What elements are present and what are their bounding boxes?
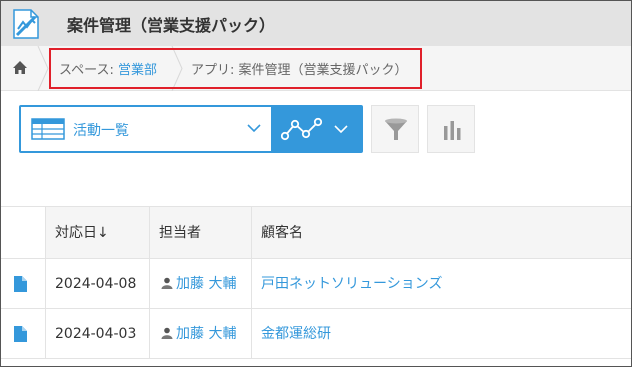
app-header: 案件管理（営業支援パック）	[1, 1, 631, 46]
chevron-down-icon	[247, 124, 261, 133]
chevron-down-icon[interactable]	[334, 124, 348, 134]
table-header-blank	[1, 207, 46, 259]
table-row: 2024-04-03 加藤 大輔 金都運総研	[1, 308, 631, 359]
table-row: 2024-04-08 加藤 大輔 戸田ネットソリューションズ	[1, 258, 631, 309]
bar-chart-icon	[444, 121, 461, 140]
cell-owner[interactable]: 加藤 大輔	[161, 309, 236, 359]
cell-customer[interactable]: 戸田ネットソリューションズ	[261, 259, 442, 309]
document-icon	[14, 326, 27, 342]
breadcrumb-separator	[37, 46, 49, 91]
breadcrumb-space-link[interactable]: 営業部	[118, 63, 157, 78]
breadcrumb-space-prefix: スペース:	[59, 63, 118, 78]
table-row	[1, 358, 631, 366]
filter-icon	[385, 118, 407, 140]
breadcrumb-app: アプリ: 案件管理（営業支援パック）	[191, 63, 408, 78]
filter-button[interactable]	[371, 105, 419, 153]
cell-date: 2024-04-08	[55, 276, 137, 292]
column-divider	[45, 309, 46, 359]
document-icon	[14, 276, 27, 292]
home-icon[interactable]	[12, 60, 28, 75]
chart-button[interactable]	[427, 105, 475, 153]
column-divider	[251, 309, 252, 359]
app-title: 案件管理（営業支援パック）	[67, 16, 276, 35]
column-divider	[149, 309, 150, 359]
cell-owner-name: 加藤 大輔	[176, 276, 237, 292]
column-header-date[interactable]: 対応日↓	[46, 207, 150, 259]
cell-owner-name: 加藤 大輔	[176, 326, 237, 342]
column-divider	[45, 259, 46, 309]
app-window: 案件管理（営業支援パック） スペース: 営業部 アプリ: 案件管理（営業支援パッ…	[0, 0, 632, 367]
table-header: 対応日↓ 担当者 顧客名	[1, 206, 631, 259]
column-header-owner[interactable]: 担当者	[150, 207, 252, 259]
column-divider	[149, 259, 150, 309]
record-detail-link[interactable]	[14, 259, 32, 309]
graph-icon[interactable]	[281, 117, 323, 141]
view-select-label: 活動一覧	[73, 123, 129, 139]
column-header-customer[interactable]: 顧客名	[252, 207, 631, 259]
cell-customer[interactable]: 金都運総研	[261, 309, 331, 359]
breadcrumb-separator	[171, 46, 183, 91]
cell-owner[interactable]: 加藤 大輔	[161, 259, 236, 309]
breadcrumb-space: スペース: 営業部	[59, 59, 157, 78]
person-icon	[161, 277, 173, 289]
column-divider	[251, 259, 252, 309]
breadcrumb: スペース: 営業部 アプリ: 案件管理（営業支援パック）	[1, 46, 631, 91]
person-icon	[161, 327, 173, 339]
app-icon	[13, 9, 39, 39]
cell-date: 2024-04-03	[55, 326, 137, 342]
table-view-icon	[31, 118, 65, 140]
record-detail-link[interactable]	[14, 309, 32, 359]
